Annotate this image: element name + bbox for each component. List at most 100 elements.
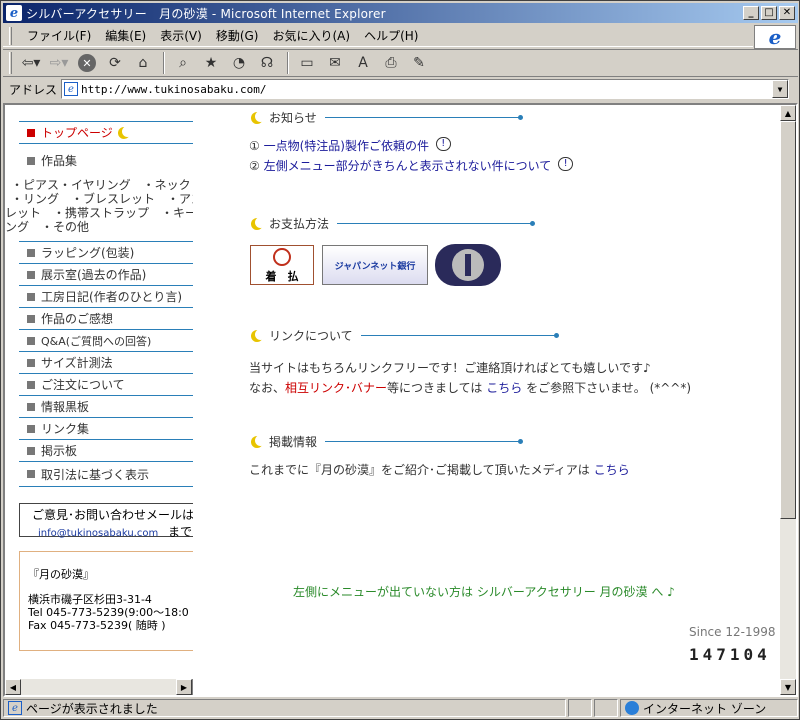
nav-item-label: Q&A(ご質問への回答) — [41, 334, 152, 348]
news-link[interactable]: 一点物(特注品)製作ご依頼の件 — [264, 139, 429, 153]
bullet-square-icon — [27, 336, 35, 345]
window-title: シルバーアクセサリー 月の砂漠 - Microsoft Internet Exp… — [26, 6, 386, 21]
print-button[interactable]: ⎙ — [378, 52, 404, 74]
title-bar: e シルバーアクセサリー 月の砂漠 - Microsoft Internet E… — [3, 3, 798, 23]
menu-help[interactable]: ヘルプ(H) — [357, 27, 425, 44]
nav-item-gallery[interactable]: 展示室(過去の作品) — [19, 263, 193, 285]
nav-item-reviews[interactable]: 作品のご感想 — [19, 307, 193, 329]
nav-item-links[interactable]: リンク集 — [19, 417, 193, 439]
address-input[interactable]: e http://www.tukinosabaku.com/ ▼ — [61, 79, 790, 99]
section-media-heading: 掲載情報 — [251, 433, 524, 450]
scroll-thumb[interactable] — [780, 121, 796, 519]
shop-name: 『月の砂漠』 — [28, 568, 94, 581]
vertical-scrollbar[interactable]: ▲ ▼ — [780, 105, 796, 695]
menu-favorites[interactable]: お気に入り(A) — [265, 27, 357, 44]
history-button[interactable]: ◔ — [226, 52, 252, 74]
nav-item-bbs[interactable]: 掲示板 — [19, 439, 193, 461]
refresh-button[interactable]: ⟳ — [102, 52, 128, 74]
address-value: http://www.tukinosabaku.com/ — [81, 82, 267, 96]
subitem-line[interactable]: ・リング ・ブレスレット ・アン — [11, 192, 193, 206]
menu-file[interactable]: ファイル(F) — [20, 27, 98, 44]
links-here-link[interactable]: こちら — [486, 381, 522, 395]
channels-button[interactable]: ☊ — [254, 52, 280, 74]
back-arrow-icon: ⇦▾ — [21, 55, 41, 71]
nav-item-order[interactable]: ご注文について — [19, 373, 193, 395]
home-icon: ⌂ — [138, 55, 148, 71]
news-num: ① — [249, 139, 260, 153]
toolbar-separator — [163, 52, 165, 74]
favorites-icon: ★ — [204, 55, 218, 71]
contact-email-link[interactable]: info@tukinosabaku.com — [38, 528, 158, 539]
bullet-square-icon — [27, 470, 35, 478]
nav-item-size[interactable]: サイズ計測法 — [19, 351, 193, 373]
forward-button[interactable]: ⇨▾ — [46, 52, 72, 74]
contact-box: ご意見･お問い合わせメールは info@tukinosabaku.com まで — [19, 503, 193, 539]
moon-icon — [251, 434, 266, 448]
cash-on-delivery-banner[interactable]: 着 払 — [250, 245, 314, 285]
media-here-link[interactable]: こちら — [594, 463, 630, 477]
nav-item-works[interactable]: 作品集 — [19, 143, 193, 177]
contact-line: ご意見･お問い合わせメールは — [32, 508, 193, 522]
access-counter: 147104 — [689, 645, 771, 664]
maximize-button[interactable]: □ — [761, 6, 777, 20]
favorites-button[interactable]: ★ — [198, 52, 224, 74]
top-page-link[interactable]: 左側にメニューが出ていない方は シルバーアクセサリー 月の砂漠 へ ♪ — [293, 583, 675, 600]
subitem-list: ・ピアス・イヤリング ・ネックレ ・リング ・ブレスレット ・アン レット ・携… — [5, 178, 193, 234]
subitem-line[interactable]: ング ・その他 — [5, 220, 193, 234]
edit-button[interactable]: ✎ — [406, 52, 432, 74]
back-button[interactable]: ⇦▾ — [18, 52, 44, 74]
bullet-square-icon — [27, 380, 35, 389]
menu-bar: ファイル(F) 編集(E) 表示(V) 移動(G) お気に入り(A) ヘルプ(H… — [3, 25, 753, 47]
scroll-right-button[interactable]: ▶ — [176, 679, 192, 695]
nav-item-qa[interactable]: Q&A(ご質問への回答) — [19, 329, 193, 351]
mail-button[interactable]: ✉ — [322, 52, 348, 74]
nav-item-legal[interactable]: 取引法に基づく表示 — [19, 461, 193, 487]
subitem-line[interactable]: レット ・携帯ストラップ ・キー — [5, 206, 193, 220]
left-horizontal-scrollbar[interactable]: ◀ ▶ — [5, 679, 193, 695]
nav-item-label: 取引法に基づく表示 — [41, 467, 150, 482]
nav-item-diary[interactable]: 工房日記(作者のひとり言) — [19, 285, 193, 307]
nav-item-top[interactable]: トップページ — [19, 121, 193, 143]
section-title: リンクについて — [269, 329, 353, 343]
nav-item-board[interactable]: 情報黒板 — [19, 395, 193, 417]
mutual-link-banner-link[interactable]: 相互リンク･バナー — [285, 381, 387, 395]
bullet-square-icon — [27, 402, 35, 411]
section-links-heading: リンクについて — [251, 327, 559, 344]
zone-text: インターネット ゾーン — [643, 701, 767, 716]
section-news-heading: お知らせ — [251, 109, 523, 126]
menu-view[interactable]: 表示(V) — [153, 27, 209, 44]
card-logo-banner[interactable] — [435, 244, 501, 286]
bullet-square-icon — [27, 248, 35, 257]
search-button[interactable]: ⌕ — [170, 52, 196, 74]
fullscreen-button[interactable]: ▭ — [294, 52, 320, 74]
menu-go[interactable]: 移動(G) — [209, 27, 266, 44]
subitem-line[interactable]: ・ピアス・イヤリング ・ネックレ — [11, 178, 193, 192]
minimize-button[interactable]: _ — [743, 6, 759, 20]
stop-icon: ✕ — [78, 54, 96, 72]
address-dropdown-button[interactable]: ▼ — [772, 80, 789, 98]
nav-item-label: ご注文について — [41, 378, 125, 392]
home-button[interactable]: ⌂ — [130, 52, 156, 74]
nav-item-label: 工房日記(作者のひとり言) — [41, 290, 183, 304]
links-text-2: なお、相互リンク･バナー等につきましては こちら をご参照下さいませ。 (*^^… — [249, 379, 691, 396]
bullet-square-icon — [27, 292, 35, 301]
stop-button[interactable]: ✕ — [74, 52, 100, 74]
section-title: お知らせ — [269, 111, 317, 125]
nav-item-label: ラッピング(包装) — [41, 246, 135, 260]
scroll-left-button[interactable]: ◀ — [5, 679, 21, 695]
card-logo-icon — [452, 249, 484, 281]
news-item: ② 左側メニュー部分がきちんと表示されない件について ! — [249, 157, 574, 174]
nav-item-wrapping[interactable]: ラッピング(包装) — [19, 241, 193, 263]
scroll-down-button[interactable]: ▼ — [780, 679, 796, 695]
font-button[interactable]: A — [350, 52, 376, 74]
moon-icon — [251, 328, 266, 342]
news-item: ① 一点物(特注品)製作ご依頼の件 ! — [249, 137, 451, 154]
close-button[interactable]: ✕ — [779, 6, 795, 20]
menu-edit[interactable]: 編集(E) — [98, 27, 153, 44]
text-fragment: をご参照下さいませ。 (*^^*) — [526, 381, 692, 395]
scroll-up-button[interactable]: ▲ — [780, 105, 796, 121]
bullet-square-icon — [27, 156, 35, 165]
nav-list: トップページ 作品集 ・ピアス・イヤリング ・ネックレ ・リング ・ブレスレット… — [5, 121, 193, 487]
news-link[interactable]: 左側メニュー部分がきちんと表示されない件について — [264, 159, 552, 173]
japannet-bank-banner[interactable]: ジャパンネット銀行 — [322, 245, 428, 285]
